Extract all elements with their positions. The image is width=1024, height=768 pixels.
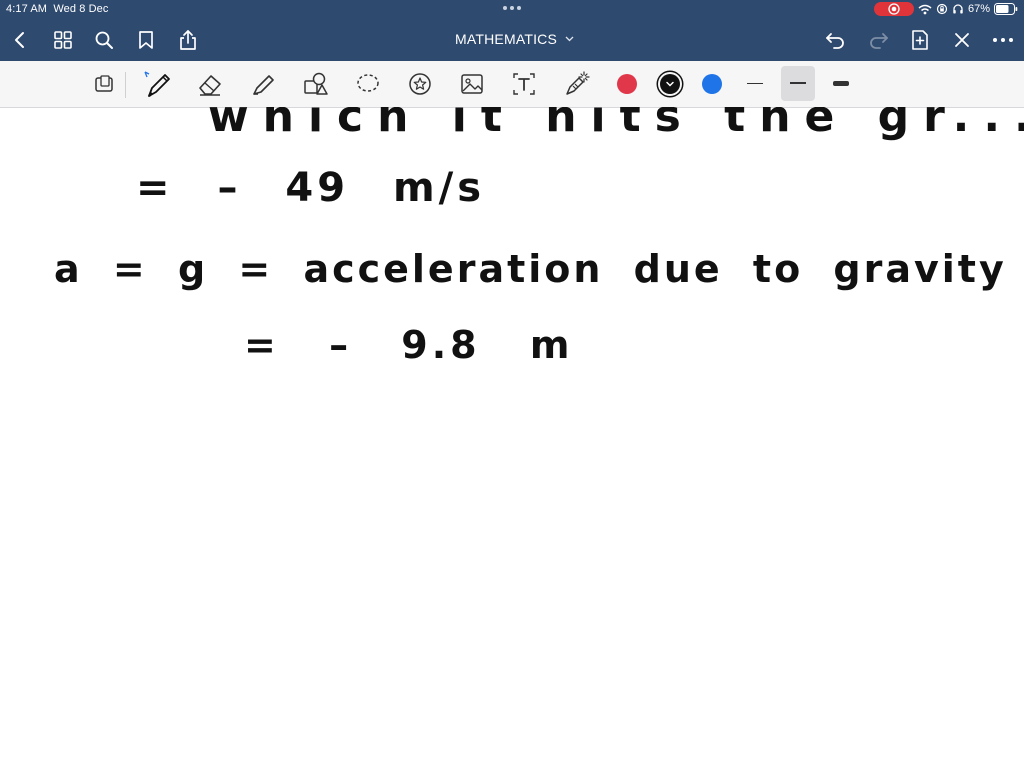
chevron-down-icon (666, 81, 674, 87)
back-button[interactable] (8, 28, 32, 52)
note-line-4: = – 9.8 m (244, 323, 574, 367)
lasso-icon (357, 74, 379, 92)
text-tool-icon (513, 73, 535, 95)
undo-icon (826, 33, 844, 49)
bookmark-button[interactable] (134, 28, 158, 52)
stroke-thick-button[interactable] (826, 72, 856, 96)
orientation-lock-icon (936, 3, 948, 15)
sticker-tool-button[interactable] (404, 68, 436, 100)
pen-tool-button[interactable] (140, 68, 172, 100)
color-red-swatch[interactable] (617, 74, 637, 94)
stroke-thin-line (747, 83, 763, 84)
color-black-swatch[interactable] (660, 74, 680, 94)
share-icon (180, 30, 196, 50)
highlighter-icon (253, 75, 274, 95)
color-blue-swatch[interactable] (702, 74, 722, 94)
grid-icon (54, 31, 72, 49)
text-tool-button[interactable] (508, 68, 540, 100)
close-tools-button[interactable] (950, 28, 974, 52)
stroke-medium-line (790, 82, 806, 84)
note-line-1: which it hits the gr... (208, 107, 1024, 142)
stroke-thin-button[interactable] (740, 72, 770, 96)
note-line-3: a = g = acceleration due to gravity (54, 247, 1007, 291)
redo-icon (870, 33, 888, 49)
chevron-left-icon (15, 32, 24, 48)
toolbar-divider (125, 72, 126, 98)
drawing-toolbar (0, 61, 1024, 108)
undo-button[interactable] (824, 28, 848, 52)
sticker-icon (409, 73, 431, 95)
multitasking-dots-icon[interactable] (502, 5, 522, 11)
chevron-down-icon (565, 36, 574, 42)
headphones-icon (953, 4, 963, 14)
page-layout-icon (95, 75, 113, 92)
image-tool-button[interactable] (456, 68, 488, 100)
shapes-tool-button[interactable] (299, 68, 331, 100)
add-page-icon (912, 30, 928, 50)
more-button[interactable] (991, 28, 1015, 52)
battery-icon (994, 3, 1018, 15)
eraser-icon (199, 75, 221, 96)
stroke-medium-button[interactable] (781, 66, 815, 101)
more-icon (993, 38, 1013, 42)
search-icon (95, 31, 113, 49)
note-line-2: = – 49 m/s (136, 165, 486, 211)
redo-button[interactable] (866, 28, 890, 52)
shapes-icon (304, 72, 328, 95)
search-button[interactable] (92, 28, 116, 52)
eraser-tool-button[interactable] (194, 68, 226, 100)
bookmark-icon (139, 31, 153, 49)
share-button[interactable] (176, 28, 200, 52)
image-icon (461, 74, 483, 94)
page-layout-button[interactable] (89, 68, 121, 100)
status-indicators: 67% (873, 2, 1018, 16)
note-canvas[interactable]: which it hits the gr... = – 49 m/s a = g… (0, 107, 1024, 768)
add-page-button[interactable] (908, 28, 932, 52)
close-icon (955, 33, 969, 47)
lasso-tool-button[interactable] (352, 68, 384, 100)
laser-pointer-button[interactable] (561, 68, 593, 100)
screen-recording-icon[interactable] (873, 2, 914, 16)
wifi-icon (918, 4, 932, 14)
app-header: 4:17 AM Wed 8 Dec 67% MATHEMATICS (0, 0, 1024, 61)
thumbnails-button[interactable] (51, 28, 75, 52)
stroke-thick-line (833, 81, 849, 86)
pen-icon (144, 71, 170, 97)
status-time: 4:17 AM Wed 8 Dec (6, 3, 109, 15)
highlighter-tool-button[interactable] (247, 68, 279, 100)
battery-percent: 67% (967, 3, 990, 15)
document-title[interactable]: MATHEMATICS (455, 31, 574, 47)
laser-pointer-icon (566, 71, 590, 95)
